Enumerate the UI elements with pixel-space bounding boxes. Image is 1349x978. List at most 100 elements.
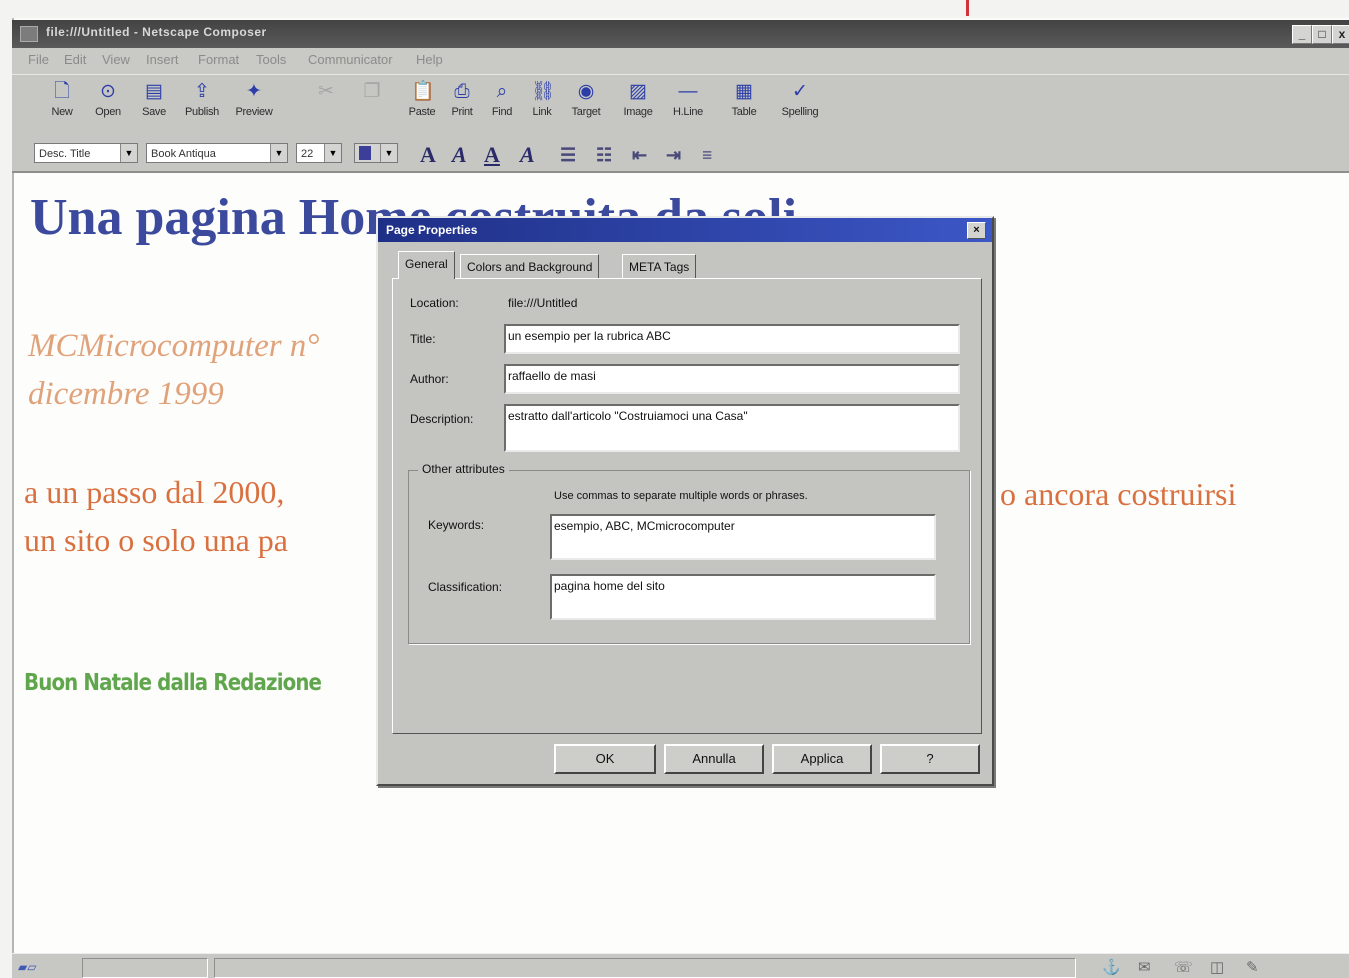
text-color-select[interactable]: ▼ [354,143,398,163]
font-size-select[interactable]: 22 ▼ [296,143,342,163]
author-label: Author: [410,372,449,386]
italic-icon[interactable]: A [452,142,467,168]
align-icon[interactable]: ≡ [702,145,712,166]
menu-tools[interactable]: Tools [256,52,286,67]
tab-general[interactable]: General [398,251,455,279]
publish-button[interactable]: ⇪ Publish [182,81,222,118]
author-field[interactable]: raffaello de masi [504,364,960,394]
paragraph-line-1-end[interactable]: o ancora costruirsi [1000,476,1236,513]
open-button[interactable]: ⊙ Open [88,81,128,118]
table-icon: ▦ [735,81,753,102]
new-doc-icon: 🗋 [54,81,70,102]
chevron-down-icon: ▼ [120,144,137,162]
chevron-down-icon: ▼ [324,144,341,162]
tab-meta-tags[interactable]: META Tags [622,254,697,278]
edit-icon[interactable]: ✎ [1246,958,1259,976]
find-button[interactable]: ⌕ Find [482,81,522,118]
app-icon[interactable] [20,26,38,42]
discussion-icon[interactable]: ☏ [1174,958,1193,976]
spelling-icon: ✓ [792,81,808,102]
menu-insert[interactable]: Insert [146,52,179,67]
numbered-list-icon[interactable]: ☷ [596,145,612,166]
minimize-button[interactable]: _ [1292,25,1312,44]
link-icon: ⛓ [531,81,556,102]
window-title: file:///Untitled - Netscape Composer [46,25,267,39]
description-field[interactable]: estratto dall'articolo "Costruiamoci una… [504,404,960,452]
greeting-text[interactable]: Buon Natale dalla Redazione [24,670,322,696]
mail-icon[interactable]: ✉ [1138,958,1151,976]
tab-colors-background[interactable]: Colors and Background [460,254,600,278]
print-button[interactable]: ⎙ Print [442,81,482,118]
maximize-button[interactable]: □ [1312,25,1332,44]
table-button[interactable]: ▦ Table [724,81,764,118]
hline-button[interactable]: — H.Line [668,81,708,118]
other-attributes-title: Other attributes [418,462,509,476]
subtitle-line-2[interactable]: dicembre 1999 [28,376,224,413]
preview-button[interactable]: ✦ Preview [234,81,274,118]
menu-edit[interactable]: Edit [64,52,86,67]
dialog-title-bar[interactable]: Page Properties × [378,218,992,242]
paragraph-line-2[interactable]: un sito o solo una pa [24,522,288,559]
dialog-close-icon[interactable]: × [967,222,986,239]
keywords-label: Keywords: [428,518,485,532]
menu-bar: File Edit View Insert Format Tools Commu… [12,48,1349,74]
classification-label: Classification: [428,580,503,594]
classification-field[interactable]: pagina home del sito [550,574,936,620]
composer-icon[interactable]: ◫ [1210,958,1224,976]
menu-format[interactable]: Format [198,52,239,67]
menu-view[interactable]: View [102,52,130,67]
ok-button[interactable]: OK [554,744,656,774]
color-swatch [359,146,371,160]
bullet-list-icon[interactable]: ☰ [560,145,576,166]
location-label: Location: [410,296,459,310]
title-bar: file:///Untitled - Netscape Composer _ □… [12,20,1349,48]
keywords-field[interactable]: esempio, ABC, MCmicrocomputer [550,514,936,560]
keywords-hint: Use commas to separate multiple words or… [554,490,808,502]
apply-button[interactable]: Applica [772,744,872,774]
navigator-icon[interactable]: ⚓ [1102,958,1121,976]
paste-icon: 📋 [411,81,435,102]
outdent-icon[interactable]: ⇤ [632,145,647,166]
new-button[interactable]: 🗋 New [42,81,82,118]
paragraph-line-1[interactable]: a un passo dal 2000, [24,474,284,511]
menu-communicator[interactable]: Communicator [308,52,393,67]
image-icon: ▨ [629,81,647,102]
print-icon: ⎙ [454,81,470,102]
menu-file[interactable]: File [28,52,49,67]
bold-icon[interactable]: A [420,142,436,168]
cut-button[interactable]: ✂ [306,81,346,106]
title-label: Title: [410,332,436,346]
indent-icon[interactable]: ⇥ [666,145,681,166]
copy-button[interactable]: ❐ [352,81,392,106]
paste-button[interactable]: 📋 Paste [402,81,442,118]
menu-help[interactable]: Help [416,52,443,67]
image-button[interactable]: ▨ Image [618,81,658,118]
close-button[interactable]: x [1332,25,1349,44]
composition-toolbar: 🗋 New ⊙ Open ▤ Save ⇪ Publish ✦ Preview ✂ ❐ 📋… [12,74,1349,138]
dialog-title: Page Properties [386,223,478,237]
font-select[interactable]: Book Antiqua ▼ [146,143,288,163]
description-label: Description: [410,412,474,426]
find-icon: ⌕ [496,81,508,102]
help-button[interactable]: ? [880,744,980,774]
paragraph-style-select[interactable]: Desc. Title ▼ [34,143,138,163]
chevron-down-icon: ▼ [270,144,287,162]
open-icon: ⊙ [100,81,116,102]
spelling-button[interactable]: ✓ Spelling [780,81,820,118]
save-button[interactable]: ▤ Save [134,81,174,118]
cancel-button[interactable]: Annulla [664,744,764,774]
link-button[interactable]: ⛓ Link [522,81,562,118]
hline-icon: — [678,81,698,102]
target-icon: ◉ [577,81,595,102]
status-pane-1 [82,958,208,978]
publish-icon: ⇪ [194,81,210,102]
save-icon: ▤ [145,81,163,102]
underline-icon[interactable]: A [484,142,500,168]
target-button[interactable]: ◉ Target [566,81,606,118]
subtitle-line-1[interactable]: MCMicrocomputer n° [28,328,320,365]
red-marker-line [966,0,969,16]
status-bar: ▰▱ ⚓ ✉ ☏ ◫ ✎ [12,953,1349,978]
security-icon[interactable]: ▰▱ [18,960,36,974]
title-field[interactable]: un esempio per la rubrica ABC [504,324,960,354]
clear-styles-icon[interactable]: A [520,142,535,168]
